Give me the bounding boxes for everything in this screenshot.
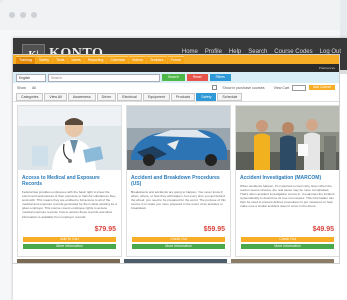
subtab-categories[interactable]: Categories — [16, 92, 44, 101]
catalog-panel: Training Safety Tools Users Reporting Ca… — [12, 54, 340, 264]
add-to-cart-button[interactable]: Add To Cart — [23, 237, 116, 242]
view-cart-label[interactable]: View Cart — [274, 86, 290, 90]
subtab-awareness[interactable]: Awareness — [67, 92, 96, 101]
course-card[interactable]: Access to Medical and Exposure Records F… — [17, 105, 122, 257]
all-label[interactable]: All — [32, 86, 36, 90]
tab-safety[interactable]: Safety — [35, 56, 53, 64]
tab-tools[interactable]: Tools — [53, 56, 68, 64]
subtab-schedule[interactable]: Schedule — [217, 92, 243, 101]
reset-button[interactable]: Reset — [186, 74, 208, 81]
course-card[interactable]: Accident Investigation (MARCOM) When acc… — [235, 105, 339, 257]
tab-training[interactable]: Training — [16, 56, 35, 64]
subtab-products[interactable]: Products — [171, 92, 196, 101]
preferences-link[interactable]: Preferences — [319, 66, 335, 70]
course-description: When accidents happen, it's important to… — [240, 184, 335, 209]
window-titlebar — [0, 0, 340, 30]
filters-button[interactable]: Filters — [209, 74, 231, 81]
tab-toolbars[interactable]: Toolbars — [146, 56, 167, 64]
options-right: Show in purchase courses View Cart Add C… — [212, 84, 335, 91]
tab-reporting[interactable]: Reporting — [84, 56, 107, 64]
check-out-button[interactable]: Check Out — [241, 237, 334, 242]
minimize-window-dot[interactable] — [20, 12, 26, 18]
course-card-grid: Access to Medical and Exposure Records F… — [17, 105, 339, 257]
course-description: Breakdowns and accidents are going to ha… — [131, 190, 226, 211]
language-select[interactable]: English — [16, 73, 46, 82]
next-course-thumbnail[interactable] — [124, 259, 227, 263]
subtab-safety[interactable]: Safety — [196, 92, 217, 101]
category-tabs: Training Safety Tools Users Reporting Ca… — [13, 55, 339, 64]
view-select[interactable] — [292, 84, 307, 91]
more-information-button[interactable]: More Information — [241, 244, 334, 249]
tab-videos[interactable]: Videos — [129, 56, 146, 64]
course-price: $59.95 — [203, 226, 225, 233]
search-row: English Search Search Reset Filters — [13, 72, 339, 83]
car-accident-thumbnail[interactable] — [127, 106, 230, 170]
maximize-window-dot[interactable] — [31, 12, 37, 18]
next-course-thumbnail[interactable] — [17, 259, 120, 263]
investigation-thumbnail[interactable] — [236, 106, 339, 170]
course-price: $79.95 — [94, 226, 116, 233]
subcategory-tabs: Categories View All Awareness Driver Ele… — [13, 92, 339, 102]
subtab-view-all[interactable]: View All — [44, 92, 67, 101]
options-row: Show All Show in purchase courses View C… — [13, 83, 339, 92]
purchase-checkbox[interactable] — [212, 85, 218, 90]
subtab-electrical[interactable]: Electrical — [117, 92, 142, 101]
tab-users[interactable]: Users — [68, 56, 84, 64]
add-course-button[interactable]: Add Course — [309, 85, 335, 90]
show-label: Show — [17, 85, 26, 90]
subtab-driver[interactable]: Driver — [96, 92, 117, 101]
filter-bar: Preferences — [13, 64, 339, 72]
more-information-button[interactable]: More Information — [23, 244, 116, 249]
course-price: $49.95 — [312, 226, 334, 233]
course-card[interactable]: Accident and Breakdown Procedures (US) B… — [126, 105, 231, 257]
search-input[interactable]: Search — [48, 73, 160, 82]
more-information-button[interactable]: More Information — [132, 244, 225, 249]
course-title[interactable]: Accident and Breakdown Procedures (US) — [131, 175, 226, 187]
purchase-checkbox-label: Show in purchase courses — [222, 85, 265, 90]
subtab-equipment[interactable]: Equipment — [142, 92, 171, 101]
course-title[interactable]: Access to Medical and Exposure Records — [22, 175, 117, 187]
tab-calendar[interactable]: Calendar — [107, 56, 129, 64]
course-title[interactable]: Accident Investigation (MARCOM) — [240, 175, 335, 181]
close-window-dot[interactable] — [9, 12, 15, 18]
next-row-thumbnails — [17, 259, 335, 263]
check-out-button[interactable]: Check Out — [132, 237, 225, 242]
search-button[interactable]: Search — [162, 74, 185, 81]
next-course-thumbnail[interactable] — [231, 259, 334, 263]
doctor-thumbnail[interactable] — [18, 106, 121, 170]
tab-forms[interactable]: Forms — [167, 56, 184, 64]
course-description: Federal law provides employees with the … — [22, 190, 117, 219]
